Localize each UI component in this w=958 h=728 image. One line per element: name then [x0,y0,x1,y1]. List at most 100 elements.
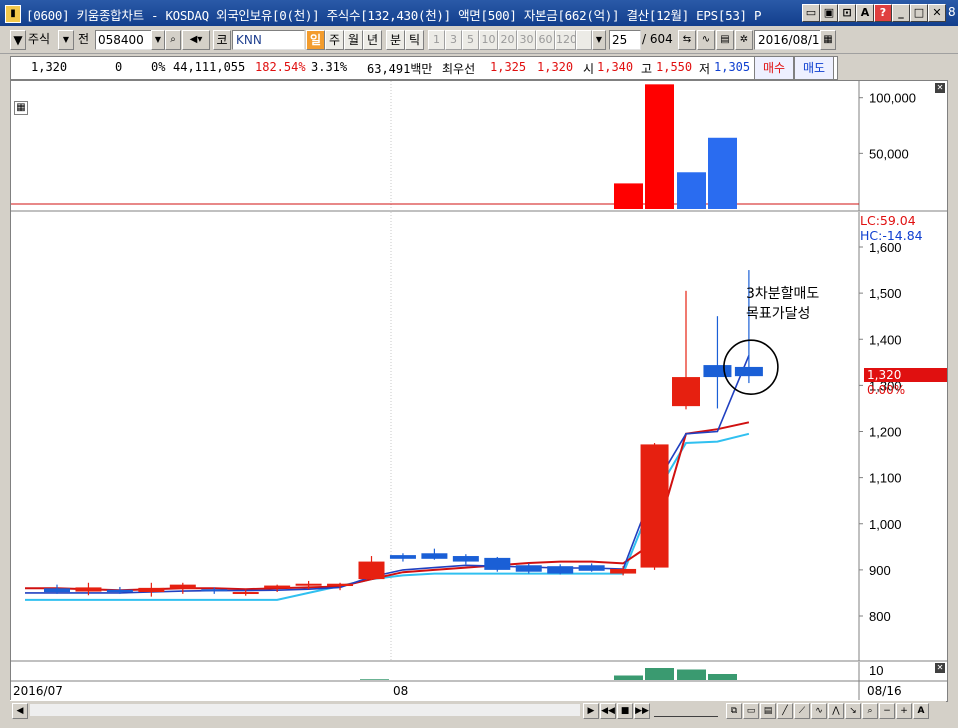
draw-arrow-icon[interactable]: ↘ [845,703,861,719]
current-price-tag: 1,320 [864,368,947,382]
minute-option[interactable]: 1 [428,30,445,50]
stock-code-input[interactable]: 058400 [95,30,154,50]
calendar-icon[interactable]: ▦ [820,30,836,50]
volume-bar [614,183,643,209]
zoom-icon[interactable]: ⇆ [678,30,696,50]
scroll-left-icon[interactable]: ◀ [12,703,28,719]
volume-bar [708,137,737,209]
panel-close-icon[interactable]: ✕ [935,83,945,93]
candle-body [138,587,165,593]
window-tile-icon[interactable]: ▭ [802,4,820,22]
copy-icon[interactable]: ⧉ [726,703,742,719]
volume-bg [11,81,947,211]
buy-button[interactable]: 매수 [754,56,794,80]
price-change-pct: 0% [151,60,166,74]
price-tick-label: 1,000 [869,517,902,532]
period-monthly[interactable]: 월 [344,30,363,50]
minute-option[interactable]: 30 [517,30,536,50]
minimize-icon[interactable]: _ [892,4,910,22]
speaker-icon[interactable]: ◀▾ [182,30,210,50]
fast-forward-icon[interactable]: ▶▶ [634,703,650,719]
minute-option[interactable]: 5 [462,30,479,50]
period-yearly[interactable]: 년 [363,30,382,50]
search-icon[interactable]: ⌕ [165,30,181,50]
trade-amount: 63,491백만 [367,62,433,76]
prefix-label: 전 [78,32,90,46]
chart-area[interactable]: 50,000 100,000 800 900 1,000 1,100 1,200 1,300… [10,80,948,702]
low-price: 1,305 [714,60,751,74]
draw-line-icon[interactable]: ╱ [777,703,793,719]
text-tool-icon[interactable]: A [913,703,929,719]
window-title: [0600] 키움종합차트 - KOSDAQ 외국인보유[0(천)] 주식수[1… [26,8,762,23]
draw-zigzag-icon[interactable]: ⟋ [794,703,810,719]
rewind-icon[interactable]: ◀◀ [600,703,616,719]
minute-dropdown-icon[interactable]: ▼ [592,30,606,50]
stop-icon[interactable]: ■ [617,703,633,719]
zoom-in-icon[interactable]: ⌕ [862,703,878,719]
period-daily[interactable]: 일 [306,30,325,50]
title-tail: 8 [948,5,956,19]
horizontal-scrollbar[interactable]: ◀ ▶ ◀◀ ■ ▶▶ ⧉ ▭ ▤ ╱ ⟋ ∿ ⋀ ↘ ⌕ − + A [10,700,946,721]
font-icon[interactable]: A [856,4,874,22]
indicator-bar [645,668,674,680]
date-input[interactable]: 2016/08/1 [754,30,825,50]
minute-option[interactable]: 120 [555,30,577,50]
candle-body [327,583,354,587]
gear-icon[interactable]: ✲ [735,30,753,50]
annotation-text: 3차분할매도 목표가달성 [746,284,819,324]
minute-custom-field[interactable] [576,30,592,50]
layout-icon[interactable]: ▤ [760,703,776,719]
price-tick-label: 800 [869,609,891,624]
window-icon[interactable]: ▭ [743,703,759,719]
chart-toolbar: ▼ 주식 ▼ 전 058400 ▼ ⌕ ◀▾ 코 KNN 일 주 월 년 분 틱… [0,27,958,54]
scroll-track[interactable] [30,704,580,716]
stock-name-field[interactable]: KNN [232,30,305,50]
play-icon[interactable]: ▶ [583,703,599,719]
window-link-icon[interactable]: ⊡ [838,4,856,22]
indicator-bar [614,675,643,680]
candle-body [734,366,763,377]
trend-icon[interactable]: ∿ [697,30,715,50]
draw-wave-icon[interactable]: ∿ [811,703,827,719]
candle-body [578,565,605,571]
open-label: 시 [583,62,595,76]
volume-ratio: 182.54% [255,60,306,74]
maximize-icon[interactable]: □ [910,4,928,22]
minute-option[interactable]: 60 [536,30,555,50]
sell-button[interactable]: 매도 [794,56,834,80]
candle-body [547,566,574,574]
speed-slider[interactable] [654,704,718,717]
panel-close-icon[interactable]: ✕ [935,663,945,673]
minute-option[interactable]: 3 [445,30,462,50]
candle-body [672,377,700,407]
volume: 44,111,055 [173,60,246,74]
market-dropdown-icon[interactable]: ▼ [58,30,74,50]
annotation-line2: 목표가달성 [746,306,811,322]
help-icon[interactable]: ? [874,4,892,22]
minute-option[interactable]: 20 [498,30,517,50]
candle-body [452,556,479,562]
draw-tool-icon[interactable]: ⋀ [828,703,844,719]
window-cascade-icon[interactable]: ▣ [820,4,838,22]
zoom-plus-icon[interactable]: + [896,703,912,719]
code-dropdown-icon[interactable]: ▼ [151,30,165,50]
current-price: 1,320 [31,60,68,74]
count-total: / 604 [642,32,673,46]
period-weekly[interactable]: 주 [325,30,344,50]
period-tick[interactable]: 틱 [405,30,424,50]
annotation-line1: 3차분할매도 [746,286,820,302]
grid-icon[interactable]: ▦ [14,101,28,115]
close-icon[interactable]: ✕ [928,4,946,22]
lc-indicator: LC:59.04 [860,213,916,228]
price-tick-label: 1,500 [869,286,902,301]
count-input[interactable]: 25 [609,30,641,50]
code-label: 코 [213,30,231,50]
minute-option[interactable]: 10 [479,30,498,50]
volume-panel: 50,000 100,000 [11,81,947,212]
period-minute[interactable]: 분 [386,30,405,50]
chart-settings-icon[interactable]: ▤ [716,30,734,50]
stock-type-icon[interactable]: ▼ [10,30,26,50]
zoom-out-icon[interactable]: − [879,703,895,719]
chart-window: ▮ [0600] 키움종합차트 - KOSDAQ 외국인보유[0(천)] 주식수… [0,0,958,728]
indicator-bg [11,662,947,681]
